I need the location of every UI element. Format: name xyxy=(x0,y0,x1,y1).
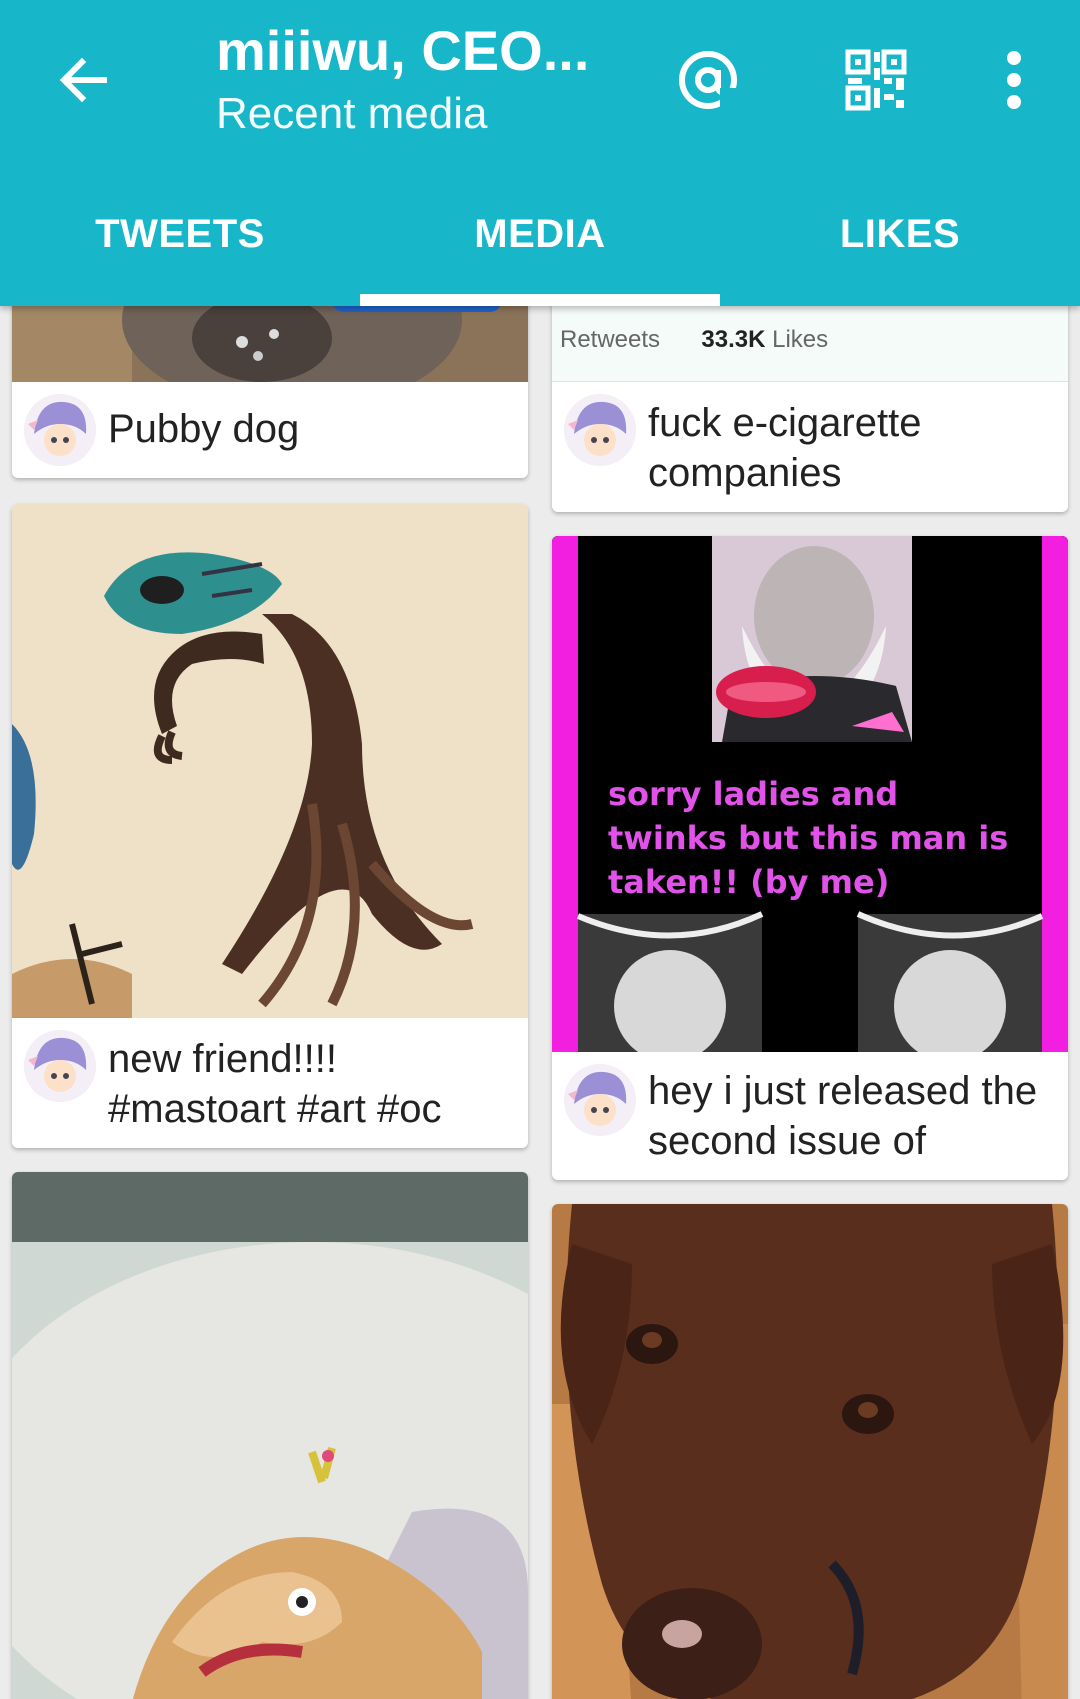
at-sign-icon xyxy=(679,51,740,112)
image-overlay-text: sorry ladies and twinks but this man is … xyxy=(608,775,1009,901)
tab-label: MEDIA xyxy=(474,212,606,256)
page-subtitle: Recent media xyxy=(216,89,488,138)
card-footer: new friend!!!! #mastoart #art #oc xyxy=(12,1018,528,1148)
avatar[interactable] xyxy=(24,394,96,466)
card-caption: hey i just released the second issue of xyxy=(648,1069,1038,1163)
card-footer: Pubby dog xyxy=(12,382,528,478)
media-thumbnail[interactable] xyxy=(552,1204,1068,1699)
media-card-lizard[interactable] xyxy=(12,1172,528,1699)
tab-likes[interactable]: LIKES xyxy=(720,200,1080,306)
app-bar: miiiwu, CEO... Recent media TWEETS MEDIA… xyxy=(0,0,1080,306)
media-thumbnail[interactable] xyxy=(12,1172,528,1699)
qr-code-icon xyxy=(845,49,907,111)
tab-tweets[interactable]: TWEETS xyxy=(0,200,360,306)
media-card-new-friend[interactable]: new friend!!!! #mastoart #art #oc xyxy=(12,504,528,1148)
tab-bar: TWEETS MEDIA LIKES xyxy=(0,200,1080,306)
card-caption: fuck e-cigarette companies xyxy=(648,401,922,495)
media-thumbnail[interactable]: sorry ladies and twinks but this man is … xyxy=(552,536,1068,1052)
back-button[interactable] xyxy=(44,40,124,120)
overflow-menu-button[interactable] xyxy=(970,36,1058,124)
arrow-left-icon xyxy=(59,57,107,103)
avatar[interactable] xyxy=(564,1064,636,1136)
likes-label: Likes xyxy=(772,326,829,353)
more-vert-icon xyxy=(1007,51,1021,109)
retweets-label: Retweets xyxy=(560,326,661,353)
active-tab-indicator xyxy=(360,294,720,306)
media-card-marx[interactable]: sorry ladies and twinks but this man is … xyxy=(552,536,1068,1180)
card-footer: fuck e-cigarette companies xyxy=(552,382,1068,512)
media-card-brown-dog[interactable] xyxy=(552,1204,1068,1699)
qr-code-button[interactable] xyxy=(832,36,920,124)
card-caption: new friend!!!! #mastoart #art #oc xyxy=(108,1037,442,1131)
embedded-tweet-stats: Retweets 33.3K Likes xyxy=(560,326,828,354)
media-feed-screen: miiiwu, CEO... Recent media TWEETS MEDIA… xyxy=(0,0,1080,1699)
tab-media[interactable]: MEDIA xyxy=(360,200,720,306)
page-title: miiiwu, CEO... xyxy=(216,19,590,82)
card-caption: Pubby dog xyxy=(108,407,300,451)
tab-label: LIKES xyxy=(839,212,961,256)
mention-button[interactable] xyxy=(664,36,752,124)
media-thumbnail[interactable] xyxy=(12,504,528,1018)
tab-label: TWEETS xyxy=(95,212,265,256)
likes-count: 33.3K xyxy=(701,326,766,353)
avatar[interactable] xyxy=(24,1030,96,1102)
title-block: miiiwu, CEO... Recent media xyxy=(216,18,636,144)
card-footer: hey i just released the second issue of xyxy=(552,1052,1068,1180)
avatar[interactable] xyxy=(564,394,636,466)
